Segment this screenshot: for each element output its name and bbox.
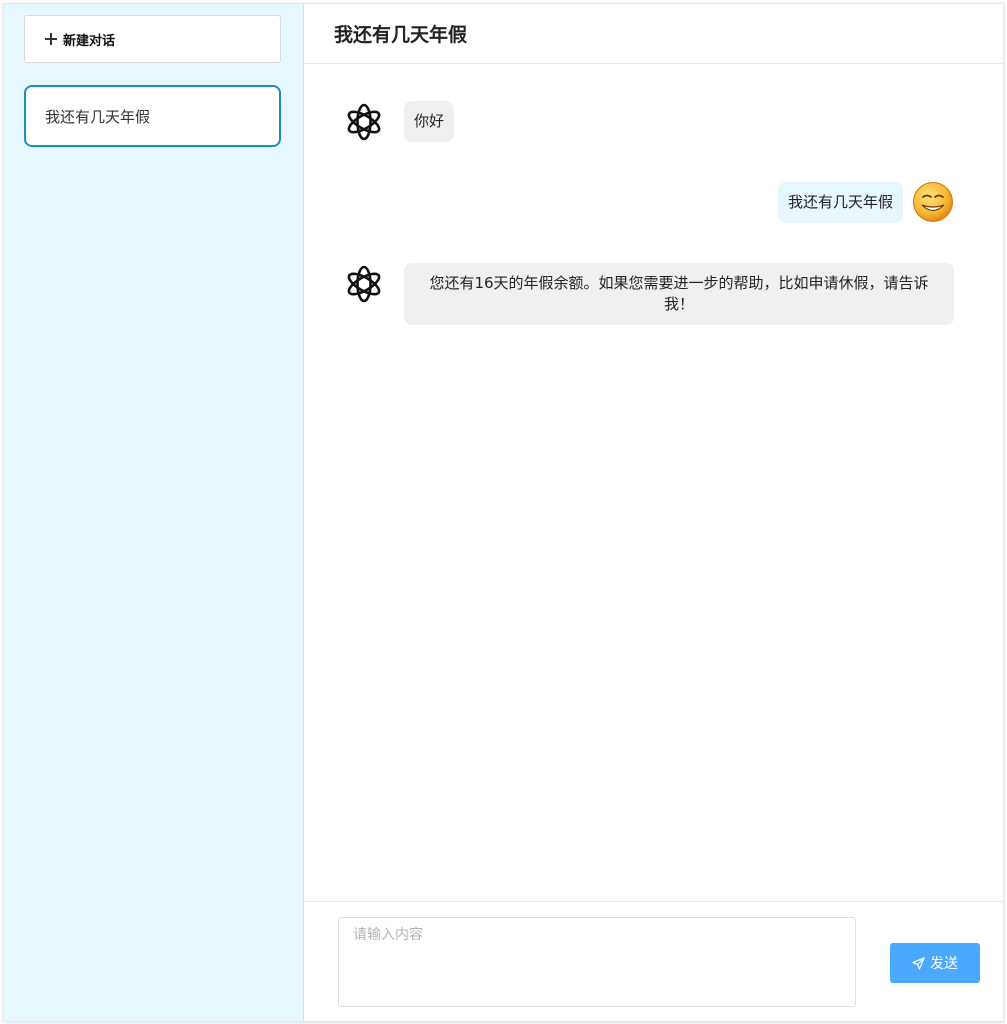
smiley-face-avatar <box>913 182 953 222</box>
new-chat-label: 新建对话 <box>63 33 116 49</box>
chat-app: 新建对话 我还有几天年假 我还有几天年假 你好 我还有几天年假 您还有16天的年… <box>3 3 1004 1022</box>
conversation-item[interactable]: 我还有几天年假 <box>24 85 281 147</box>
assistant-message: 你好 <box>404 101 455 142</box>
send-icon <box>912 956 925 970</box>
send-label: 发送 <box>930 956 958 972</box>
message-list: 你好 我还有几天年假 您还有16天的年假余额。如果您需要进一步的帮助，比如申请休… <box>304 65 1003 901</box>
user-message: 我还有几天年假 <box>777 182 903 223</box>
openai-logo-icon <box>347 103 381 141</box>
chat-header: 我还有几天年假 <box>304 4 1003 64</box>
chat-title: 我还有几天年假 <box>334 24 468 46</box>
sidebar: 新建对话 我还有几天年假 <box>4 4 304 1021</box>
message-input[interactable] <box>338 917 856 1007</box>
composer: 发送 <box>304 901 1003 1021</box>
chat-main: 我还有几天年假 你好 我还有几天年假 您还有16天的年假余额。如果您需要进一步的… <box>304 4 1003 1021</box>
new-chat-button[interactable]: 新建对话 <box>24 15 281 63</box>
openai-logo-icon <box>347 265 381 303</box>
send-button[interactable]: 发送 <box>890 943 980 983</box>
plus-icon <box>45 33 57 45</box>
assistant-message: 您还有16天的年假余额。如果您需要进一步的帮助，比如申请休假，请告诉我！ <box>404 263 954 325</box>
